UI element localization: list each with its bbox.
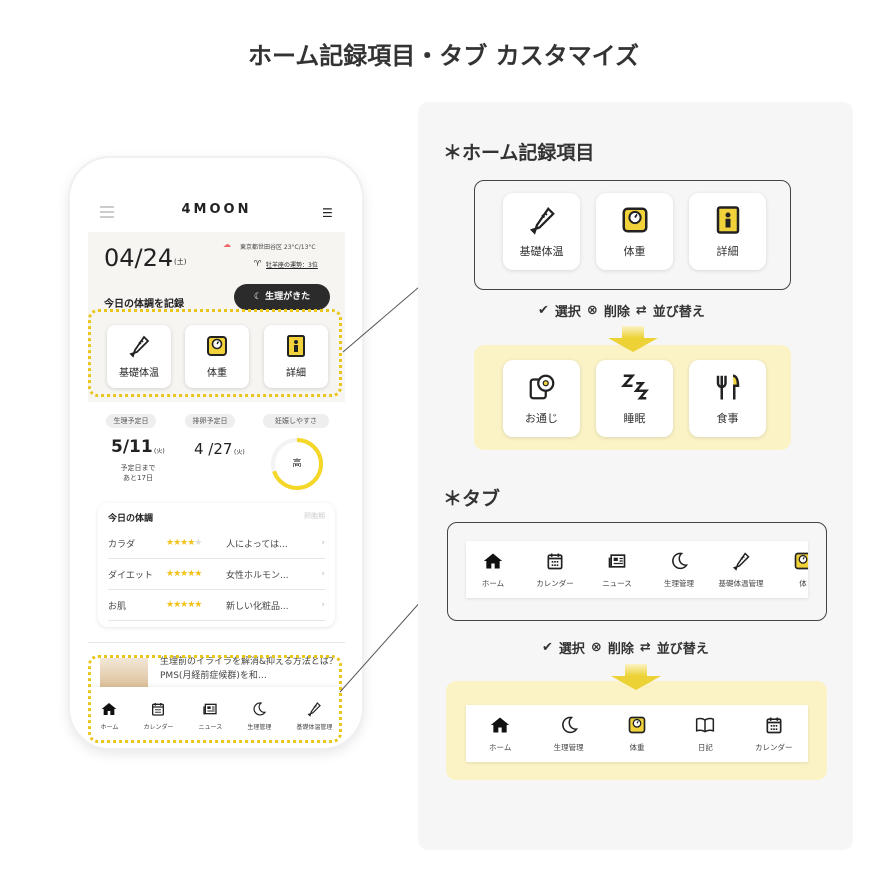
- tab-label: カレンダー: [755, 742, 793, 752]
- select-label: 選択: [558, 642, 585, 657]
- notebook-icon: [713, 205, 743, 235]
- swap-arrows-icon: ⇄: [635, 303, 647, 318]
- select-label: 選択: [554, 305, 581, 320]
- home-icon: [483, 551, 503, 571]
- home-item-label: 基礎体温: [519, 244, 564, 258]
- home-items-after-list: お通じ 睡眠 食事: [503, 360, 766, 437]
- tab-label: ホーム: [481, 578, 505, 588]
- tab-item[interactable]: 日記: [674, 715, 736, 753]
- tab-label: 体重: [629, 742, 645, 752]
- moon-icon: [669, 551, 689, 571]
- tab-label: カレンダー: [536, 578, 574, 588]
- actions-tabs: ✔ 選択 ⊗ 削除 ⇄ 並び替え: [542, 638, 709, 657]
- moon-icon: [559, 715, 579, 735]
- reorder-label: 並び替え: [656, 642, 709, 657]
- tab-label: ニュース: [602, 578, 632, 588]
- tab-item[interactable]: 生理管理: [538, 715, 600, 753]
- home-item-card[interactable]: 体重: [596, 193, 673, 270]
- down-arrow-icon: [611, 664, 661, 690]
- delete-label: 削除: [607, 642, 634, 657]
- home-item-card[interactable]: 基礎体温: [503, 193, 580, 270]
- thermometer-icon: [731, 551, 751, 571]
- reorder-label: 並び替え: [652, 305, 705, 320]
- check-icon: ✔: [538, 303, 549, 318]
- home-icon: [490, 715, 510, 735]
- home-item-label: 食事: [716, 411, 739, 425]
- swap-arrows-icon: ⇄: [639, 640, 651, 655]
- home-item-card[interactable]: 詳細: [689, 193, 766, 270]
- scale-icon: [793, 551, 808, 571]
- delete-circle-icon: ⊗: [586, 303, 598, 318]
- thermometer-icon: [527, 205, 557, 235]
- delete-circle-icon: ⊗: [590, 640, 602, 655]
- scale-icon: [620, 205, 650, 235]
- toilet-paper-icon: [527, 372, 557, 402]
- tab-item[interactable]: ホーム: [469, 715, 531, 753]
- tabs-after-strip: ホーム 生理管理 体重 日記 カレンダー: [466, 705, 808, 762]
- tab-label: 生理管理: [553, 742, 584, 752]
- home-items-heading: ＊ホーム記録項目: [443, 142, 595, 164]
- home-item-card[interactable]: お通じ: [503, 360, 580, 437]
- tab-label: 体: [799, 578, 807, 588]
- tab-item[interactable]: カレンダー: [524, 551, 586, 589]
- sleep-zzz-icon: [620, 372, 650, 402]
- home-item-label: 詳細: [716, 244, 739, 258]
- tab-item[interactable]: ニュース: [586, 551, 648, 589]
- tabs-before-strip: ホーム カレンダー ニュース 生理管理 基礎体温管理 体: [466, 541, 808, 598]
- calendar-icon: [764, 715, 784, 735]
- calendar-icon: [545, 551, 565, 571]
- tab-item[interactable]: ホーム: [466, 551, 524, 589]
- home-items-before-list: 基礎体温 体重 詳細: [503, 193, 766, 270]
- home-item-card[interactable]: 食事: [689, 360, 766, 437]
- tabs-heading: ＊タブ: [443, 488, 501, 510]
- tab-item[interactable]: カレンダー: [743, 715, 805, 753]
- tab-item[interactable]: 体重: [606, 715, 668, 753]
- cutlery-icon: [713, 372, 743, 402]
- down-arrow-icon: [608, 326, 658, 352]
- scale-icon: [627, 715, 647, 735]
- tab-label: 日記: [697, 742, 713, 752]
- tab-label: 基礎体温管理: [718, 578, 764, 588]
- tab-label: ホーム: [489, 742, 512, 752]
- home-item-label: 睡眠: [623, 411, 646, 425]
- book-icon: [695, 715, 715, 735]
- home-item-label: お通じ: [525, 411, 558, 425]
- newspaper-icon: [607, 551, 627, 571]
- home-item-label: 体重: [623, 244, 646, 258]
- tab-label: 生理管理: [664, 578, 694, 588]
- tab-item[interactable]: 基礎体温管理: [710, 551, 772, 589]
- tab-item[interactable]: 体: [772, 551, 808, 589]
- delete-label: 削除: [603, 305, 630, 320]
- home-item-card[interactable]: 睡眠: [596, 360, 673, 437]
- tab-item[interactable]: 生理管理: [648, 551, 710, 589]
- check-icon: ✔: [542, 640, 553, 655]
- actions-home: ✔ 選択 ⊗ 削除 ⇄ 並び替え: [538, 301, 705, 320]
